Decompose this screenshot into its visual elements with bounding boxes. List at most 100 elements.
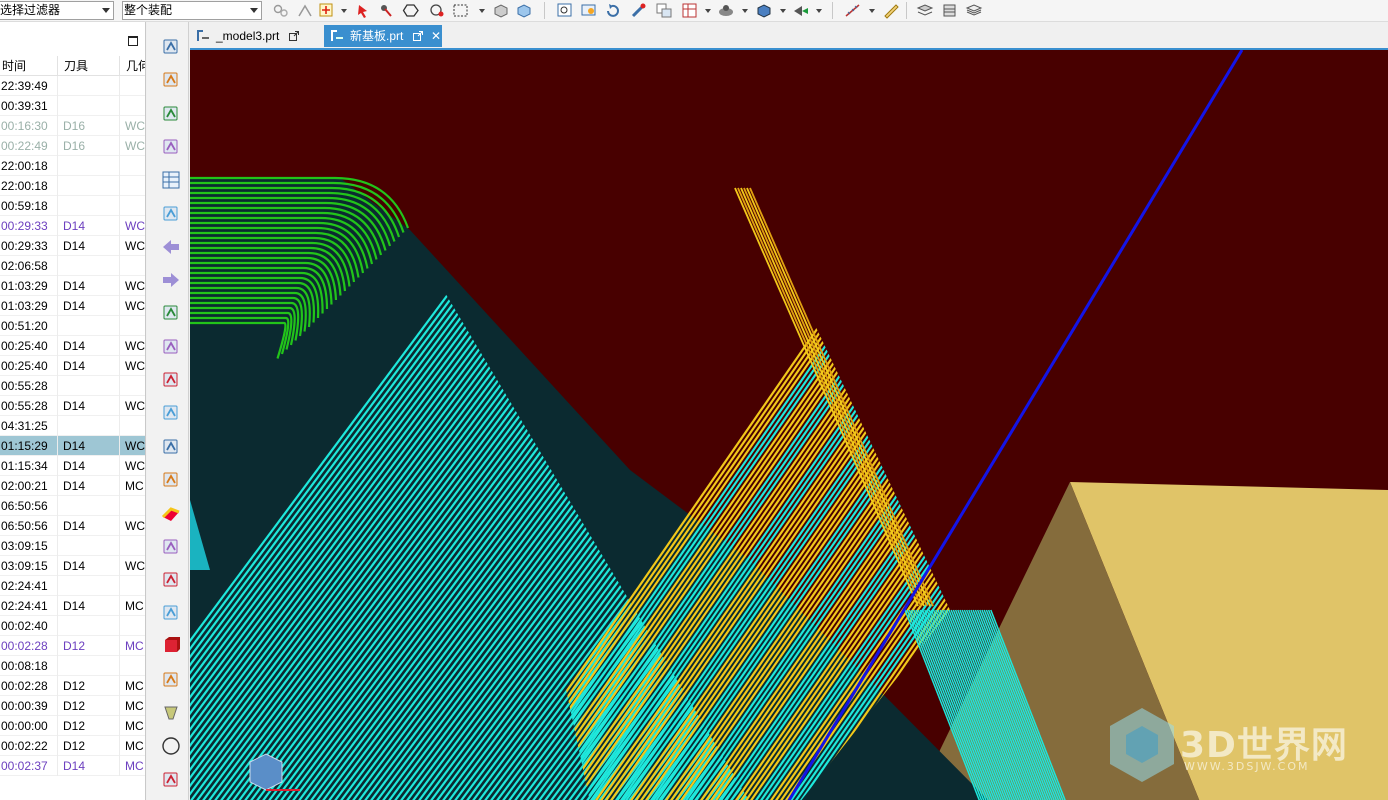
- maximize-icon[interactable]: [128, 36, 138, 46]
- cursor-icon[interactable]: [354, 2, 372, 19]
- toolpath-scene[interactable]: [190, 50, 1388, 800]
- operation-row[interactable]: 00:25:40 D14 WC: [0, 336, 145, 356]
- operation-row[interactable]: 00:22:49 D16 WC: [0, 136, 145, 156]
- circle-icon[interactable]: [161, 736, 181, 756]
- operation-row[interactable]: 01:15:34 D14 WC: [0, 456, 145, 476]
- column-header-tool[interactable]: 刀具: [58, 56, 120, 76]
- role-icon[interactable]: [161, 770, 181, 790]
- operation-row[interactable]: 02:00:21 D14 MC: [0, 476, 145, 496]
- grid-icon[interactable]: [161, 670, 181, 690]
- layers-icon[interactable]: [941, 2, 959, 19]
- operation-row[interactable]: 00:00:39 D12 MC: [0, 696, 145, 716]
- box-select-icon[interactable]: [452, 2, 470, 19]
- operation-row[interactable]: 03:09:15: [0, 536, 145, 556]
- stack-icon[interactable]: [916, 2, 934, 19]
- operation-row[interactable]: 01:03:29 D14 WC: [0, 296, 145, 316]
- operation-row[interactable]: 00:55:28 D14 WC: [0, 396, 145, 416]
- scope-dropdown[interactable]: 整个装配: [122, 1, 262, 20]
- tab-new-baseplate[interactable]: 新基板.prt ✕: [324, 25, 442, 47]
- selection-filter-dropdown[interactable]: 选择过滤器: [0, 1, 114, 20]
- measure-icon[interactable]: [844, 2, 862, 19]
- operation-row[interactable]: 00:39:31: [0, 96, 145, 116]
- operation-row[interactable]: 00:55:28: [0, 376, 145, 396]
- operation-row[interactable]: 22:00:18: [0, 176, 145, 196]
- operation-row[interactable]: 00:29:33 D14 WC: [0, 236, 145, 256]
- column-header-time[interactable]: 时间: [0, 56, 58, 76]
- node-icon[interactable]: [378, 2, 396, 19]
- operation-row[interactable]: 00:25:40 D14 WC: [0, 356, 145, 376]
- view-cube-icon[interactable]: [755, 2, 773, 19]
- operation-row[interactable]: 01:15:29 D14 WC: [0, 436, 145, 456]
- operation-row[interactable]: 22:00:18: [0, 156, 145, 176]
- close-icon[interactable]: ✕: [431, 25, 441, 47]
- layer-icon[interactable]: [655, 2, 673, 19]
- tab-model3[interactable]: _model3.prt: [190, 25, 318, 47]
- cone-icon[interactable]: [161, 703, 181, 723]
- cube-shaded-icon[interactable]: [492, 2, 510, 19]
- history-icon[interactable]: [161, 137, 181, 157]
- operation-row[interactable]: 00:02:40: [0, 616, 145, 636]
- block-icon[interactable]: [161, 636, 181, 656]
- material-icon[interactable]: [161, 503, 181, 523]
- hexagon-icon[interactable]: [402, 2, 420, 19]
- view-dir-icon[interactable]: [792, 2, 810, 19]
- operation-row[interactable]: 00:16:30 D16 WC: [0, 116, 145, 136]
- operation-row[interactable]: 02:24:41 D14 MC: [0, 596, 145, 616]
- table-icon[interactable]: [161, 170, 181, 190]
- machine-icon[interactable]: [161, 370, 181, 390]
- snap-icon[interactable]: [296, 2, 314, 19]
- fit-icon[interactable]: [556, 2, 574, 19]
- drill-icon[interactable]: [161, 303, 181, 323]
- back-icon[interactable]: [161, 237, 181, 257]
- part-nav-icon[interactable]: [161, 204, 181, 224]
- forward-icon[interactable]: [161, 270, 181, 290]
- program-icon[interactable]: [161, 403, 181, 423]
- rotate-icon[interactable]: [604, 2, 622, 19]
- constraint-icon[interactable]: [161, 70, 181, 90]
- operation-row[interactable]: 02:24:41: [0, 576, 145, 596]
- layers-alt-icon[interactable]: [965, 2, 983, 19]
- filter-icon[interactable]: [272, 2, 290, 19]
- operation-row[interactable]: 04:31:25: [0, 416, 145, 436]
- operation-row[interactable]: 00:08:18: [0, 656, 145, 676]
- layout-icon[interactable]: [681, 2, 699, 19]
- column-header-geometry[interactable]: 几何: [120, 56, 145, 76]
- path-icon[interactable]: [161, 437, 181, 457]
- render-icon[interactable]: [717, 2, 735, 19]
- operation-row[interactable]: 03:09:15 D14 WC: [0, 556, 145, 576]
- operation-row[interactable]: 22:39:49: [0, 76, 145, 96]
- chevron-down-icon[interactable]: [816, 9, 822, 13]
- tool-nav-icon[interactable]: [161, 470, 181, 490]
- operation-row[interactable]: 02:06:58: [0, 256, 145, 276]
- operation-row[interactable]: 06:50:56: [0, 496, 145, 516]
- operation-row[interactable]: 00:29:33 D14 WC: [0, 216, 145, 236]
- zoom-icon[interactable]: [580, 2, 598, 19]
- operation-row[interactable]: 00:02:22 D12 MC: [0, 736, 145, 756]
- workpiece-icon[interactable]: [161, 570, 181, 590]
- chevron-down-icon[interactable]: [780, 9, 786, 13]
- operation-row[interactable]: 06:50:56 D14 WC: [0, 516, 145, 536]
- operation-row[interactable]: 00:02:28 D12 MC: [0, 676, 145, 696]
- operation-row[interactable]: 00:51:20: [0, 316, 145, 336]
- simulate-icon[interactable]: [161, 537, 181, 557]
- graphics-viewport[interactable]: [190, 48, 1388, 800]
- operation-row[interactable]: 00:00:00 D12 MC: [0, 716, 145, 736]
- feature-icon[interactable]: [161, 337, 181, 357]
- cube-icon[interactable]: [515, 2, 533, 19]
- operation-row[interactable]: 00:02:28 D12 MC: [0, 636, 145, 656]
- chevron-down-icon[interactable]: [705, 9, 711, 13]
- pan-icon[interactable]: [630, 2, 648, 19]
- ruler-icon[interactable]: [882, 2, 900, 19]
- operation-row[interactable]: 00:02:37 D14 MC: [0, 756, 145, 776]
- assembly-nav-icon[interactable]: [161, 37, 181, 57]
- operation-row[interactable]: 01:03:29 D14 WC: [0, 276, 145, 296]
- tool-icon[interactable]: [161, 104, 181, 124]
- select-icon[interactable]: [318, 2, 336, 19]
- move-icon[interactable]: [428, 2, 446, 19]
- chevron-down-icon[interactable]: [341, 9, 347, 13]
- geometry-icon[interactable]: [161, 603, 181, 623]
- chevron-down-icon[interactable]: [869, 9, 875, 13]
- operation-row[interactable]: 00:59:18: [0, 196, 145, 216]
- chevron-down-icon[interactable]: [479, 9, 485, 13]
- chevron-down-icon[interactable]: [742, 9, 748, 13]
